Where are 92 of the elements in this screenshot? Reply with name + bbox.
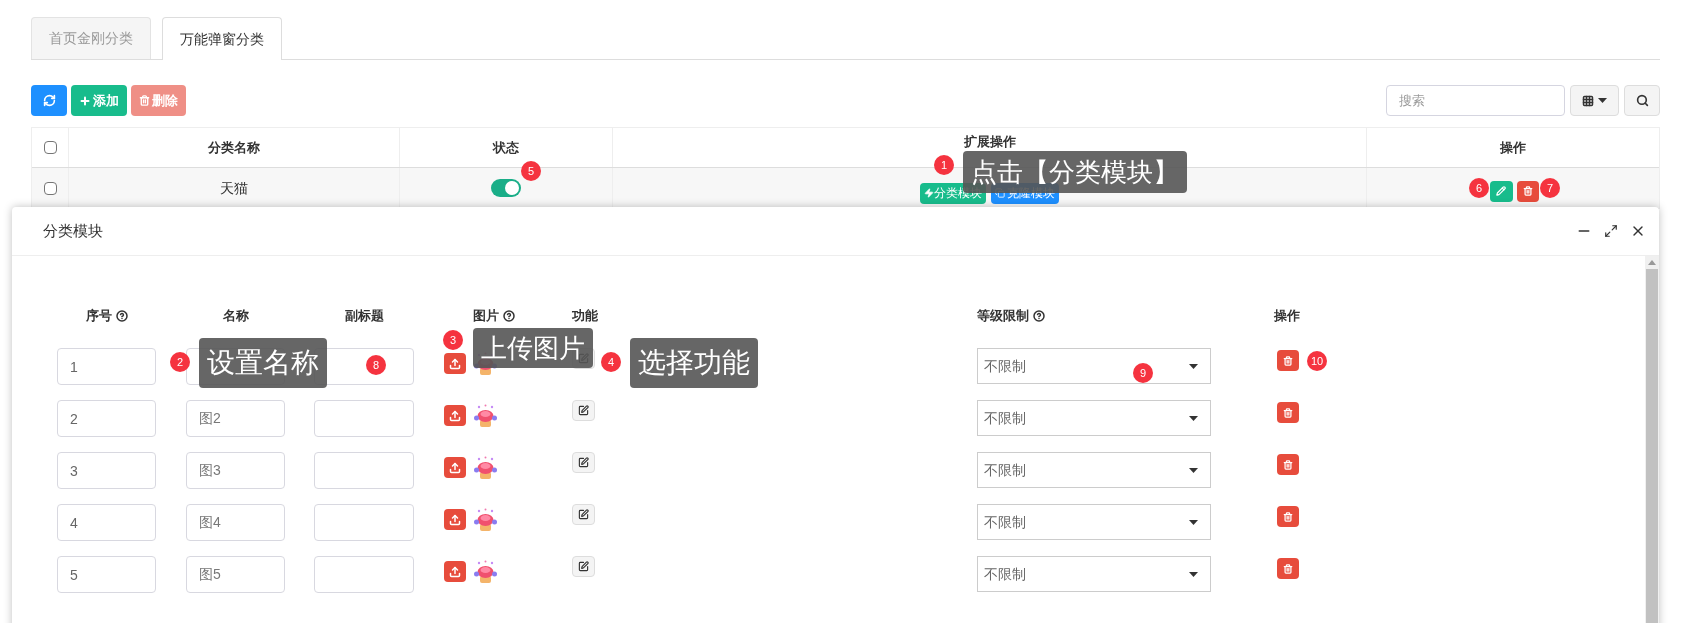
refresh-button[interactable] bbox=[31, 85, 67, 116]
help-icon bbox=[115, 310, 128, 322]
step-badge: 5 bbox=[521, 161, 541, 181]
input-field[interactable] bbox=[314, 452, 414, 489]
input-field[interactable]: 图2 bbox=[186, 400, 285, 437]
upload-icon bbox=[449, 513, 461, 526]
delete-button[interactable] bbox=[1516, 180, 1539, 202]
grid-icon bbox=[1582, 94, 1594, 107]
column-header: 操作 bbox=[1274, 307, 1300, 326]
input-field[interactable] bbox=[314, 504, 414, 541]
upload-button[interactable] bbox=[444, 405, 466, 426]
step-tooltip: 选择功能 bbox=[630, 338, 758, 388]
trash-icon bbox=[1522, 186, 1533, 196]
tab[interactable]: 万能弹窗分类 bbox=[162, 17, 282, 60]
maximize-icon[interactable] bbox=[1604, 224, 1618, 238]
edit-icon bbox=[578, 405, 589, 416]
trash-icon bbox=[1283, 459, 1293, 470]
upload-icon bbox=[449, 409, 461, 422]
upload-button[interactable] bbox=[444, 353, 466, 374]
column-header: 名称 bbox=[222, 307, 249, 326]
edit-icon bbox=[578, 561, 589, 572]
input-field[interactable] bbox=[314, 556, 414, 593]
caret-icon bbox=[1189, 363, 1198, 369]
level-select[interactable]: 不限制 bbox=[977, 504, 1211, 540]
input-field[interactable]: 5 bbox=[57, 556, 156, 593]
column-header: 分类名称 bbox=[208, 138, 260, 157]
edit-icon bbox=[578, 509, 589, 520]
input-field[interactable]: 图4 bbox=[186, 504, 285, 541]
search-button[interactable] bbox=[1624, 85, 1660, 116]
column-header: 扩展操作 bbox=[963, 132, 1016, 151]
trash-icon bbox=[1283, 511, 1293, 522]
input-field[interactable]: 图3 bbox=[186, 452, 285, 489]
upload-icon bbox=[449, 461, 461, 474]
trash-icon bbox=[1283, 563, 1293, 574]
search-icon bbox=[1635, 94, 1649, 107]
edit-icon bbox=[578, 457, 589, 468]
upload-icon bbox=[449, 357, 461, 370]
edit-button[interactable] bbox=[572, 504, 595, 525]
edit-button[interactable] bbox=[572, 400, 595, 421]
step-tooltip: 上传图片 bbox=[473, 328, 593, 368]
pencil-icon bbox=[1496, 186, 1506, 196]
checkbox[interactable] bbox=[43, 141, 57, 154]
refresh-icon bbox=[42, 94, 56, 107]
help-icon bbox=[503, 310, 515, 322]
column-header: 状态 bbox=[493, 138, 519, 157]
upload-button[interactable] bbox=[444, 457, 466, 478]
input-field[interactable]: 2 bbox=[57, 400, 156, 437]
trash-icon bbox=[1283, 407, 1293, 418]
caret-icon bbox=[1189, 519, 1198, 525]
caret-icon bbox=[1189, 467, 1198, 473]
column-header: 功能 bbox=[572, 307, 598, 326]
level-select[interactable]: 不限制 bbox=[977, 452, 1211, 488]
input-field[interactable]: 4 bbox=[57, 504, 156, 541]
step-badge: 1 bbox=[934, 155, 954, 175]
level-select[interactable]: 不限制 bbox=[977, 556, 1211, 592]
input-field[interactable]: 1 bbox=[57, 348, 156, 385]
column-header: 序号 bbox=[85, 307, 112, 326]
delete-button[interactable] bbox=[1277, 454, 1299, 475]
bolt-icon bbox=[924, 188, 934, 198]
edit-button[interactable] bbox=[572, 556, 595, 577]
toggle-switch[interactable] bbox=[491, 179, 521, 197]
delete-button[interactable] bbox=[1277, 350, 1299, 371]
columns-button[interactable] bbox=[1570, 85, 1619, 116]
upload-button[interactable] bbox=[444, 561, 466, 582]
help-icon bbox=[1033, 310, 1045, 322]
input-field[interactable]: 3 bbox=[57, 452, 156, 489]
caret-icon bbox=[1189, 571, 1198, 577]
upload-button[interactable] bbox=[444, 509, 466, 530]
caret-icon bbox=[1189, 415, 1198, 421]
column-header: 等级限制 bbox=[977, 307, 1029, 326]
table-cell-text: 天猫 bbox=[220, 178, 248, 198]
plus-icon bbox=[79, 94, 91, 107]
edit-button[interactable] bbox=[572, 452, 595, 473]
column-header: 图片 bbox=[473, 307, 499, 326]
input-field[interactable]: 图5 bbox=[186, 556, 285, 593]
column-header: 副标题 bbox=[344, 307, 384, 326]
level-select[interactable]: 不限制 bbox=[977, 400, 1211, 436]
step-tooltip: 设置名称 bbox=[199, 338, 327, 388]
column-header: 操作 bbox=[1500, 138, 1526, 157]
checkbox[interactable] bbox=[43, 181, 57, 195]
caret-icon bbox=[1598, 98, 1607, 103]
delete-button[interactable] bbox=[1277, 402, 1299, 423]
upload-icon bbox=[449, 565, 461, 578]
search-field[interactable]: 搜索 bbox=[1386, 85, 1565, 116]
trash-icon bbox=[1283, 355, 1293, 366]
scrollbar-thumb[interactable] bbox=[1646, 269, 1658, 623]
trash-icon bbox=[139, 95, 150, 106]
input-field[interactable] bbox=[314, 400, 414, 437]
delete-button[interactable] bbox=[1277, 558, 1299, 579]
modal-title: 分类模块 bbox=[43, 220, 103, 241]
delete-button[interactable] bbox=[1277, 506, 1299, 527]
scroll-up-icon[interactable] bbox=[1648, 260, 1656, 265]
